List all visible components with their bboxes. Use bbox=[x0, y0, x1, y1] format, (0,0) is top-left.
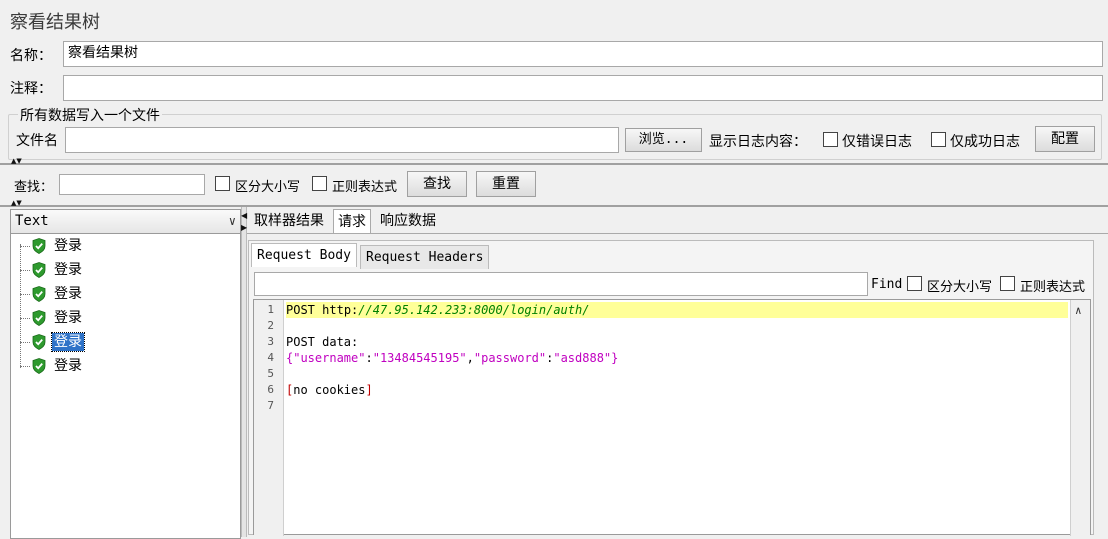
code-line: [no cookies] bbox=[286, 382, 1068, 398]
line-number: 1 bbox=[267, 303, 274, 316]
tab-sampler-result[interactable]: 取样器结果 bbox=[250, 209, 328, 234]
collapse-up-icon[interactable]: ▲▼ bbox=[11, 200, 22, 207]
results-tree-panel: Text ∨ 登录 登录 登录 登录 登录 登录 bbox=[10, 209, 241, 539]
tree-item-label[interactable]: 登录 bbox=[52, 261, 84, 279]
code-line: POST http://47.95.142.233:8000/login/aut… bbox=[286, 302, 1068, 318]
success-only-checkbox[interactable] bbox=[931, 132, 946, 147]
find-label: Find bbox=[871, 277, 903, 292]
reset-button[interactable]: 重置 bbox=[476, 171, 536, 197]
tree-connector bbox=[20, 294, 30, 295]
configure-button[interactable]: 配置 bbox=[1035, 126, 1095, 152]
splitter[interactable] bbox=[0, 163, 1108, 165]
renderer-select-value: Text bbox=[15, 213, 49, 229]
name-label: 名称： bbox=[10, 48, 52, 64]
filename-field[interactable] bbox=[65, 127, 619, 153]
tab-request-body[interactable]: Request Body bbox=[251, 243, 357, 267]
success-shield-icon bbox=[32, 334, 46, 350]
search-label: 查找： bbox=[14, 180, 54, 195]
tab-request[interactable]: 请求 bbox=[333, 209, 371, 234]
find-button[interactable]: 查找 bbox=[407, 171, 467, 197]
code-token: POST bbox=[286, 303, 315, 317]
comment-label: 注释： bbox=[10, 81, 52, 97]
find-case-label: 区分大小写 bbox=[927, 280, 993, 295]
code-token: "asd888" bbox=[553, 351, 612, 365]
code-token: http: bbox=[322, 303, 359, 317]
splitter[interactable] bbox=[0, 205, 1108, 207]
tree-connector bbox=[20, 342, 30, 343]
success-shield-icon bbox=[32, 310, 46, 326]
vertical-splitter[interactable] bbox=[241, 207, 247, 537]
code-line: POST data: bbox=[286, 334, 1068, 350]
success-shield-icon bbox=[32, 262, 46, 278]
tree-item-label[interactable]: 登录 bbox=[52, 285, 84, 303]
tree-item-label[interactable]: 登录 bbox=[52, 309, 84, 327]
find-regex-checkbox[interactable] bbox=[1000, 276, 1015, 291]
code-token: } bbox=[611, 351, 619, 365]
find-input[interactable] bbox=[254, 272, 868, 296]
chevron-down-icon: ∨ bbox=[228, 214, 236, 228]
tree-connector bbox=[20, 366, 30, 367]
renderer-select[interactable]: Text ∨ bbox=[11, 210, 240, 234]
code-token: POST data: bbox=[286, 335, 359, 349]
errors-only-label: 仅错误日志 bbox=[842, 134, 912, 150]
tab-response-data[interactable]: 响应数据 bbox=[376, 209, 440, 234]
search-regex-label: 正则表达式 bbox=[332, 180, 398, 195]
vertical-scrollbar[interactable]: ∧ bbox=[1070, 300, 1090, 536]
page-title: 察看结果树 bbox=[10, 12, 100, 33]
tab-request-headers[interactable]: Request Headers bbox=[360, 245, 490, 269]
search-case-label: 区分大小写 bbox=[235, 180, 301, 195]
success-shield-icon bbox=[32, 238, 46, 254]
scroll-up-icon[interactable]: ∧ bbox=[1075, 304, 1082, 317]
file-group-legend: 所有数据写入一个文件 bbox=[18, 105, 162, 125]
browse-button[interactable]: 浏览... bbox=[625, 128, 702, 152]
tree-item-label[interactable]: 登录 bbox=[52, 357, 84, 375]
tree-connector bbox=[20, 244, 21, 368]
tree-connector bbox=[20, 270, 30, 271]
search-regex-checkbox[interactable] bbox=[312, 176, 327, 191]
code-token: "username" bbox=[293, 351, 366, 365]
tree-item-label[interactable]: 登录 bbox=[52, 237, 84, 255]
code-token: no cookies bbox=[293, 383, 366, 397]
line-number: 5 bbox=[267, 367, 274, 380]
line-number: 7 bbox=[267, 399, 274, 412]
comment-field[interactable] bbox=[63, 75, 1103, 101]
request-body-editor[interactable]: 1 POST http://47.95.142.233:8000/login/au… bbox=[253, 299, 1091, 536]
code-token: , bbox=[466, 351, 474, 365]
success-only-label: 仅成功日志 bbox=[950, 134, 1020, 150]
code-token: //47.95.142.233:8000/login/auth/ bbox=[358, 303, 590, 317]
search-input[interactable] bbox=[59, 174, 205, 195]
filename-label: 文件名 bbox=[16, 133, 58, 149]
name-field[interactable]: 察看结果树 bbox=[63, 41, 1103, 67]
search-case-checkbox[interactable] bbox=[215, 176, 230, 191]
find-case-checkbox[interactable] bbox=[907, 276, 922, 291]
line-number: 3 bbox=[267, 335, 274, 348]
success-shield-icon bbox=[32, 358, 46, 374]
code-token: "password" bbox=[473, 351, 547, 365]
find-regex-label: 正则表达式 bbox=[1020, 280, 1086, 295]
errors-only-checkbox[interactable] bbox=[823, 132, 838, 147]
line-number: 4 bbox=[267, 351, 274, 364]
code-token: ] bbox=[365, 383, 373, 397]
collapse-left-icon[interactable]: ◀ bbox=[241, 212, 247, 220]
code-line: {"username":"13484545195","password":"as… bbox=[286, 350, 1068, 366]
code-token: : bbox=[365, 351, 373, 365]
success-shield-icon bbox=[32, 286, 46, 302]
tab-underline bbox=[247, 233, 1108, 234]
line-number: 2 bbox=[267, 319, 274, 332]
collapse-right-icon[interactable]: ▶ bbox=[241, 224, 247, 232]
line-number: 6 bbox=[267, 383, 274, 396]
log-content-label: 显示日志内容： bbox=[709, 134, 807, 150]
tree-item-label[interactable]: 登录 bbox=[51, 332, 85, 352]
tree-connector bbox=[20, 246, 30, 247]
tree-connector bbox=[20, 318, 30, 319]
collapse-up-icon[interactable]: ▲▼ bbox=[11, 158, 22, 165]
code-token: "13484545195" bbox=[372, 351, 467, 365]
